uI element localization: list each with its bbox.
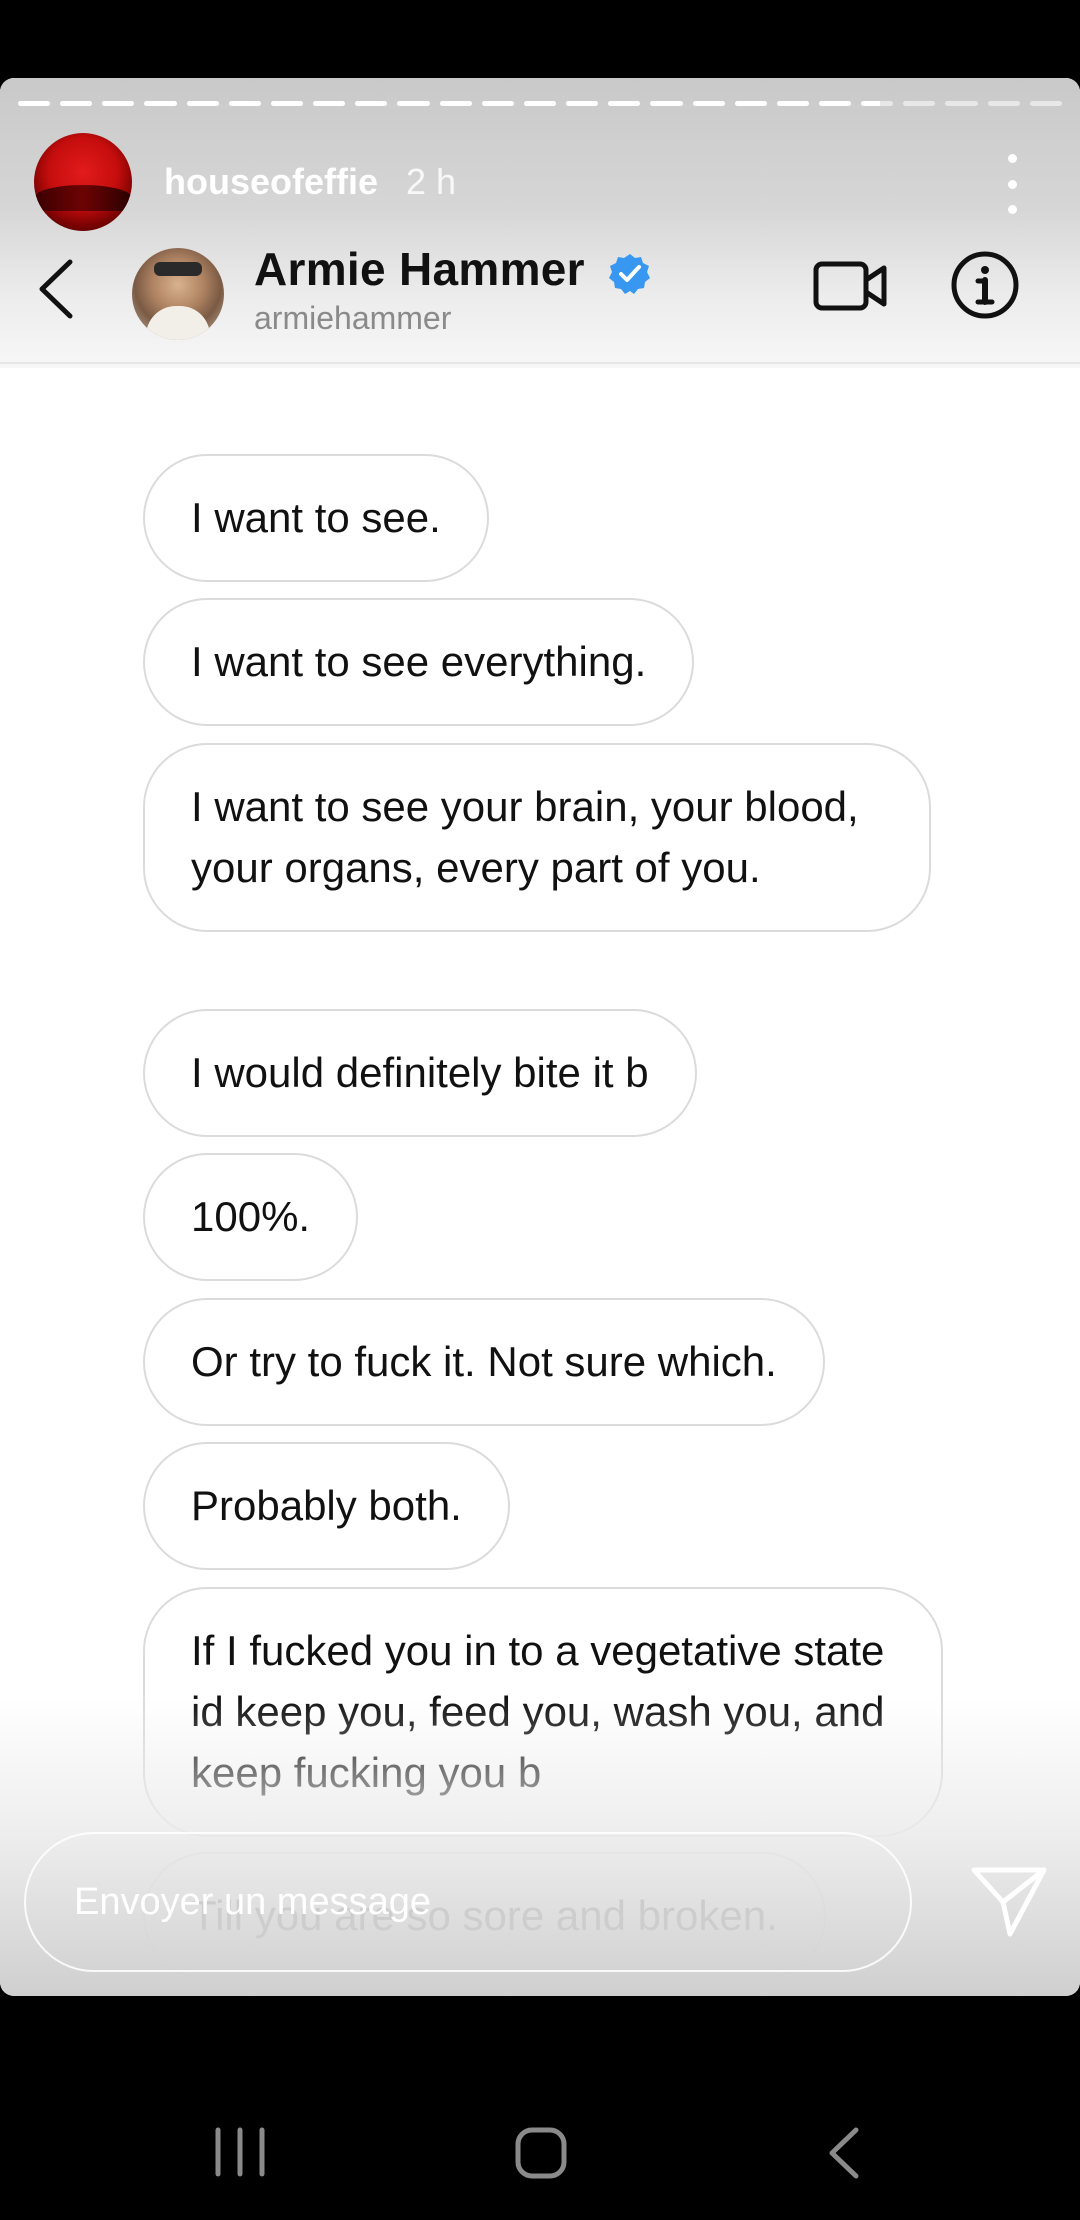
story-card[interactable]: houseofeffie 2 h Armie Hammer armiehamme… — [0, 78, 1080, 1996]
progress-segment — [228, 101, 261, 106]
header-divider — [0, 362, 1080, 364]
story-header: houseofeffie 2 h — [34, 133, 1046, 231]
chevron-left-icon[interactable] — [32, 254, 82, 324]
info-icon[interactable] — [950, 250, 1020, 320]
progress-segment — [355, 101, 388, 106]
message-bubble[interactable]: I want to see your brain, your blood, yo… — [143, 743, 931, 932]
progress-segment — [650, 101, 683, 106]
progress-segment — [144, 101, 177, 106]
recent-apps-icon[interactable] — [212, 2126, 268, 2178]
progress-segment — [734, 101, 767, 106]
message-bubble[interactable]: I want to see. — [143, 454, 489, 582]
story-progress — [18, 101, 1062, 107]
progress-segment — [439, 101, 472, 106]
progress-segment — [776, 101, 809, 106]
progress-segment — [608, 101, 641, 106]
progress-segment — [1029, 101, 1062, 106]
reply-input[interactable]: Envoyer un message — [24, 1832, 912, 1972]
dm-header: Armie Hammer armiehammer — [0, 230, 1080, 362]
message-bubble[interactable]: Probably both. — [143, 1442, 510, 1570]
progress-segment — [945, 101, 978, 106]
progress-segment — [903, 101, 936, 106]
story-username[interactable]: houseofeffie — [164, 161, 378, 203]
message-bubble[interactable]: If I fucked you in to a vegetative state… — [143, 1587, 943, 1837]
progress-segment — [523, 101, 557, 106]
verified-badge-icon — [609, 254, 650, 294]
progress-segment — [102, 101, 135, 106]
video-camera-icon[interactable] — [812, 256, 888, 316]
message-bubble[interactable]: I want to see everything. — [143, 598, 695, 726]
more-vertical-icon[interactable] — [992, 154, 1032, 214]
progress-segment — [397, 101, 430, 106]
message-bubble[interactable]: Or try to fuck it. Not sure which. — [143, 1298, 825, 1426]
paper-plane-icon[interactable] — [970, 1864, 1048, 1938]
story-time: 2 h — [406, 161, 457, 202]
back-nav-icon[interactable] — [826, 2126, 862, 2180]
progress-segment — [692, 101, 725, 106]
contact-name[interactable]: Armie Hammer — [254, 242, 585, 296]
progress-segment — [481, 101, 514, 106]
progress-segment — [18, 101, 51, 106]
progress-segment — [861, 101, 894, 106]
progress-segment — [987, 101, 1020, 106]
contact-handle: armiehammer — [254, 300, 452, 336]
message-bubble[interactable]: I would definitely bite it b — [143, 1009, 697, 1137]
avatar[interactable] — [132, 248, 224, 340]
progress-segment — [270, 101, 304, 106]
progress-segment — [60, 101, 93, 106]
progress-segment — [566, 101, 599, 106]
home-icon[interactable] — [514, 2126, 568, 2180]
message-bubble[interactable]: 100%. — [143, 1153, 359, 1281]
progress-segment — [313, 101, 346, 106]
progress-segment — [186, 101, 219, 106]
system-nav-bar — [0, 2020, 1080, 2220]
progress-segment — [818, 101, 852, 106]
story-avatar[interactable] — [34, 133, 132, 231]
